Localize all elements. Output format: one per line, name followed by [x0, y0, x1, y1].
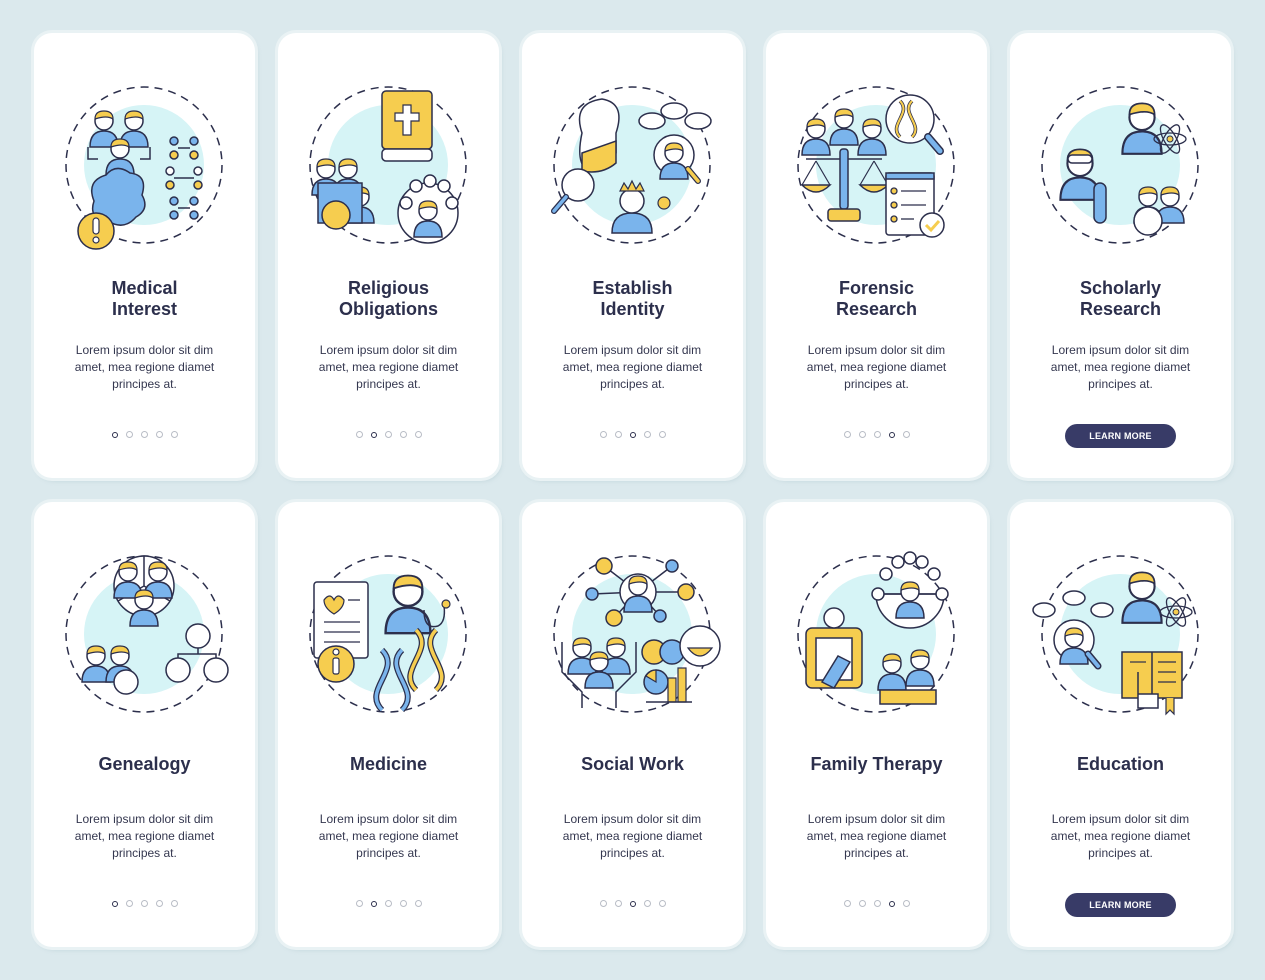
card-title: Establish Identity: [592, 278, 673, 319]
card-title: Scholarly Research: [1079, 278, 1162, 319]
pagination-dots: [34, 900, 255, 907]
onboarding-card-forensic-research: Forensic Research Lorem ipsum dolor sit d…: [766, 33, 987, 478]
onboarding-card-genealogy: Genealogy Lorem ipsum dolor sit dim amet…: [34, 502, 255, 947]
card-description: Lorem ipsum dolor sit dim amet, mea regi…: [74, 343, 215, 391]
genealogy-icon: [54, 542, 235, 727]
page-dot-1[interactable]: [599, 431, 607, 438]
card-title: Genealogy: [98, 754, 191, 774]
page-dot-2[interactable]: [614, 431, 622, 438]
page-dot-4[interactable]: [643, 431, 651, 438]
page-dot-3[interactable]: [873, 900, 881, 907]
page-dot-2[interactable]: [370, 432, 377, 438]
social-work-icon: [542, 542, 723, 727]
pagination-dots: [278, 900, 499, 907]
onboarding-card-medical-interest: Medical Interest Lorem ipsum dolor sit di…: [34, 33, 255, 478]
page-dot-2[interactable]: [858, 900, 866, 907]
card-description: Lorem ipsum dolor sit dim amet, mea regi…: [562, 812, 703, 860]
card-title: Education: [1076, 754, 1164, 774]
page-dot-1[interactable]: [355, 900, 363, 907]
medicine-icon: [298, 542, 479, 727]
page-dot-2[interactable]: [858, 431, 866, 438]
page-dot-3[interactable]: [384, 900, 392, 907]
card-description: Lorem ipsum dolor sit dim amet, mea regi…: [74, 812, 215, 860]
page-dot-5[interactable]: [902, 431, 910, 438]
onboarding-card-social-work: Social Work Lorem ipsum dolor sit dim am…: [522, 502, 743, 947]
pagination-dots: [766, 431, 987, 438]
medical-interest-icon: [54, 73, 235, 258]
page-dot-1[interactable]: [843, 431, 851, 438]
page-dot-4[interactable]: [399, 431, 407, 438]
pagination-dots: [278, 431, 499, 438]
page-dot-2[interactable]: [370, 901, 377, 907]
card-description: Lorem ipsum dolor sit dim amet, mea regi…: [562, 343, 703, 391]
card-title: Forensic Research: [835, 278, 918, 319]
page-dot-3[interactable]: [140, 900, 148, 907]
page-dot-1[interactable]: [843, 900, 851, 907]
pagination-dots: [34, 431, 255, 438]
pagination-dots: [522, 431, 743, 438]
page-dot-5[interactable]: [658, 431, 666, 438]
page-dot-1[interactable]: [111, 432, 118, 438]
page-dot-1[interactable]: [355, 431, 363, 438]
page-dot-3[interactable]: [629, 432, 636, 438]
onboarding-card-family-therapy: Family Therapy Lorem ipsum dolor sit dim…: [766, 502, 987, 947]
card-title: Medicine: [349, 754, 428, 774]
card-title: Family Therapy: [810, 754, 943, 774]
page-dot-3[interactable]: [629, 901, 636, 907]
onboarding-card-medicine: Medicine Lorem ipsum dolor sit dim amet,…: [278, 502, 499, 947]
card-description: Lorem ipsum dolor sit dim amet, mea regi…: [806, 343, 947, 391]
page-dot-4[interactable]: [155, 431, 163, 438]
page-dot-5[interactable]: [414, 431, 422, 438]
onboarding-card-religious-obligations: Religious Obligations Lorem ipsum dolor s…: [278, 33, 499, 478]
learn-more-button[interactable]: LEARN MORE: [1065, 893, 1176, 917]
card-description: Lorem ipsum dolor sit dim amet, mea regi…: [1050, 812, 1191, 860]
page-dot-2[interactable]: [125, 900, 133, 907]
onboarding-card-education: Education Lorem ipsum dolor sit dim amet…: [1010, 502, 1231, 947]
page-dot-4[interactable]: [888, 901, 895, 907]
establish-identity-icon: [542, 73, 723, 258]
page-dot-5[interactable]: [414, 900, 422, 907]
page-dot-4[interactable]: [399, 900, 407, 907]
onboarding-card-establish-identity: Establish Identity Lorem ipsum dolor sit …: [522, 33, 743, 478]
pagination-dots: [766, 900, 987, 907]
page-dot-2[interactable]: [125, 431, 133, 438]
page-dot-3[interactable]: [140, 431, 148, 438]
page-dot-3[interactable]: [384, 431, 392, 438]
page-dot-3[interactable]: [873, 431, 881, 438]
onboarding-card-scholarly-research: Scholarly Research Lorem ipsum dolor sit …: [1010, 33, 1231, 478]
card-title: Social Work: [581, 754, 684, 774]
education-icon: [1030, 542, 1211, 727]
card-description: Lorem ipsum dolor sit dim amet, mea regi…: [318, 343, 459, 391]
page-dot-5[interactable]: [170, 431, 178, 438]
card-description: Lorem ipsum dolor sit dim amet, mea regi…: [318, 812, 459, 860]
pagination-dots: [522, 900, 743, 907]
page-dot-1[interactable]: [599, 900, 607, 907]
learn-more-button[interactable]: LEARN MORE: [1065, 424, 1176, 448]
page-dot-4[interactable]: [155, 900, 163, 907]
page-dot-5[interactable]: [170, 900, 178, 907]
page-dot-5[interactable]: [658, 900, 666, 907]
page-dot-4[interactable]: [643, 900, 651, 907]
card-description: Lorem ipsum dolor sit dim amet, mea regi…: [806, 812, 947, 860]
card-title: Religious Obligations: [339, 278, 438, 319]
page-dot-5[interactable]: [902, 900, 910, 907]
card-title: Medical Interest: [111, 278, 178, 319]
card-description: Lorem ipsum dolor sit dim amet, mea regi…: [1050, 343, 1191, 391]
scholarly-research-icon: [1030, 73, 1211, 258]
religious-obligations-icon: [298, 73, 479, 258]
family-therapy-icon: [786, 542, 967, 727]
page-dot-1[interactable]: [111, 901, 118, 907]
page-dot-2[interactable]: [614, 900, 622, 907]
page-dot-4[interactable]: [888, 432, 895, 438]
forensic-research-icon: [786, 73, 967, 258]
